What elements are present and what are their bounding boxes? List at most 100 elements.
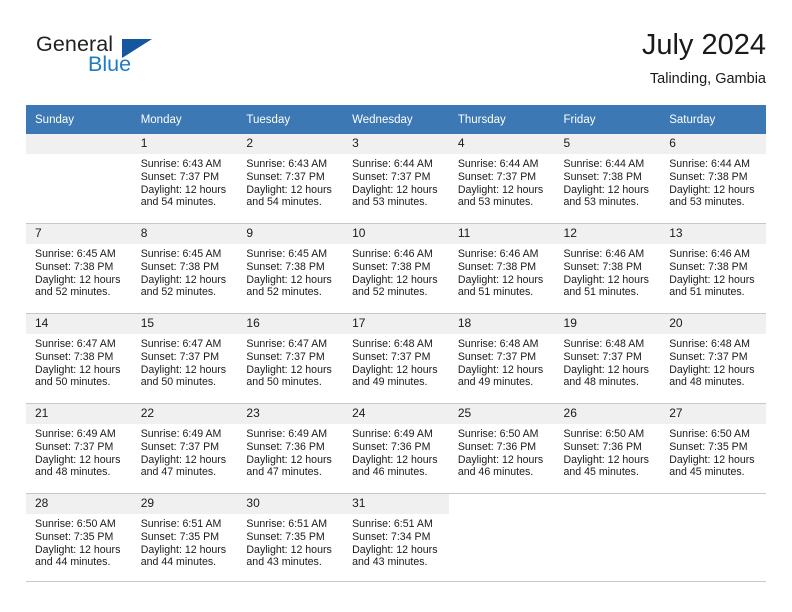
sunrise-text: Sunrise: 6:50 AM [457,428,539,440]
calendar-day-cell[interactable]: 28 Sunrise: 6:50 AM Sunset: 7:35 PM Dayligh… [26,493,132,582]
day-number: 29 [131,494,238,514]
day-number: 23 [237,404,344,424]
calendar-day-cell[interactable]: 30 Sunrise: 6:51 AM Sunset: 7:35 PM Dayligh… [237,493,344,582]
calendar-day-cell[interactable]: 29 Sunrise: 6:51 AM Sunset: 7:35 PM Dayligh… [131,493,238,582]
sunrise-text: Sunrise: 6:46 AM [457,248,539,260]
daylight-text-line2: and 52 minutes. [246,286,322,299]
day-details: Sunrise: 6:46 AM Sunset: 7:38 PM Daylight:… [660,244,766,299]
day-number: 17 [343,314,449,334]
calendar-day-cell[interactable]: 14 Sunrise: 6:47 AM Sunset: 7:38 PM Dayligh… [26,313,132,404]
day-number: 31 [343,494,449,514]
calendar-day-cell[interactable]: 12 Sunrise: 6:46 AM Sunset: 7:38 PM Dayligh… [554,223,661,314]
daylight-text-line2: and 50 minutes. [246,376,322,389]
sunrise-text: Sunrise: 6:48 AM [563,338,645,350]
calendar-day-cell[interactable]: 8 Sunrise: 6:45 AM Sunset: 7:38 PM Daylight… [131,223,238,314]
day-number: 11 [448,224,555,244]
calendar-page: General Blue July 2024 Talinding, Gambia… [0,0,792,612]
day-number: 15 [131,314,238,334]
daylight-text-line1: Daylight: 12 hours [669,453,755,466]
sunset-text: Sunset: 7:37 PM [669,350,748,363]
sunset-text: Sunset: 7:38 PM [563,170,642,183]
daylight-text-line1: Daylight: 12 hours [140,363,227,376]
daylight-text-line2: and 54 minutes. [140,196,217,209]
day-details: Sunrise: 6:45 AM Sunset: 7:38 PM Daylight:… [237,244,343,299]
day-number: 18 [448,314,555,334]
calendar-day-cell[interactable]: 18 Sunrise: 6:48 AM Sunset: 7:37 PM Dayligh… [448,313,555,404]
daylight-text-line2: and 53 minutes. [457,196,534,209]
calendar-day-cell[interactable]: 26 Sunrise: 6:50 AM Sunset: 7:36 PM Dayligh… [554,403,661,494]
day-details: Sunrise: 6:45 AM Sunset: 7:38 PM Daylight:… [132,244,238,299]
day-details: Sunrise: 6:51 AM Sunset: 7:34 PM Daylight:… [343,514,449,569]
daylight-text-line1: Daylight: 12 hours [669,273,755,286]
daylight-text-line2: and 52 minutes. [352,286,428,299]
calendar-day-cell[interactable]: 2 Sunrise: 6:43 AM Sunset: 7:37 PM Daylight… [237,134,344,224]
weekday-header-friday: Friday [554,105,661,134]
day-number: 1 [131,134,238,154]
sunset-text: Sunset: 7:37 PM [352,350,431,363]
calendar-day-cell[interactable]: 31 Sunrise: 6:51 AM Sunset: 7:34 PM Dayligh… [343,493,449,582]
calendar-day-cell[interactable]: 6 Sunrise: 6:44 AM Sunset: 7:38 PM Daylight… [660,134,766,224]
calendar-day-cell[interactable]: 13 Sunrise: 6:46 AM Sunset: 7:38 PM Dayligh… [660,223,766,314]
daylight-text-line2: and 47 minutes. [140,466,217,479]
calendar-day-cell[interactable]: 22 Sunrise: 6:49 AM Sunset: 7:37 PM Dayligh… [131,403,238,494]
calendar-day-cell[interactable]: 7 Sunrise: 6:45 AM Sunset: 7:38 PM Daylight… [26,223,132,314]
calendar-day-cell[interactable]: 1 Sunrise: 6:43 AM Sunset: 7:37 PM Daylight… [131,134,238,224]
calendar-day-cell[interactable]: 20 Sunrise: 6:48 AM Sunset: 7:37 PM Dayligh… [660,313,766,404]
sunrise-text: Sunrise: 6:49 AM [352,428,433,440]
daylight-text-line1: Daylight: 12 hours [352,363,438,376]
sunset-text: Sunset: 7:38 PM [140,260,220,273]
sunset-text: Sunset: 7:34 PM [352,530,431,543]
day-details: Sunrise: 6:48 AM Sunset: 7:37 PM Daylight:… [660,334,766,389]
daylight-text-line2: and 54 minutes. [246,196,322,209]
sunrise-text: Sunrise: 6:50 AM [35,518,116,530]
day-number: 19 [554,314,661,334]
day-details: Sunrise: 6:47 AM Sunset: 7:37 PM Daylight:… [132,334,238,389]
general-blue-logo[interactable]: General Blue [26,32,246,92]
calendar-day-cell[interactable]: 4 Sunrise: 6:44 AM Sunset: 7:37 PM Daylight… [448,134,555,224]
sunrise-text: Sunrise: 6:47 AM [140,338,222,350]
calendar-day-cell[interactable]: 3 Sunrise: 6:44 AM Sunset: 7:37 PM Daylight… [343,134,449,224]
weekday-header-saturday: Saturday [660,105,766,134]
daylight-text-line1: Daylight: 12 hours [352,273,438,286]
day-details: Sunrise: 6:43 AM Sunset: 7:37 PM Daylight:… [237,154,343,209]
daylight-text-line1: Daylight: 12 hours [457,363,544,376]
day-details: Sunrise: 6:46 AM Sunset: 7:38 PM Daylight:… [343,244,449,299]
sunset-text: Sunset: 7:36 PM [457,440,537,453]
sunset-text: Sunset: 7:37 PM [563,350,642,363]
calendar-grid: Sunday Monday Tuesday Wednesday Thursday… [26,105,766,582]
calendar-day-cell[interactable]: 17 Sunrise: 6:48 AM Sunset: 7:37 PM Dayligh… [343,313,449,404]
daylight-text-line1: Daylight: 12 hours [35,363,121,376]
day-details: Sunrise: 6:46 AM Sunset: 7:38 PM Daylight:… [555,244,661,299]
calendar-day-cell-empty [660,493,766,582]
day-details: Sunrise: 6:50 AM Sunset: 7:35 PM Daylight:… [660,424,766,479]
calendar-day-cell[interactable]: 19 Sunrise: 6:48 AM Sunset: 7:37 PM Dayligh… [554,313,661,404]
sunrise-text: Sunrise: 6:44 AM [352,158,433,170]
day-details: Sunrise: 6:49 AM Sunset: 7:36 PM Daylight:… [237,424,343,479]
daylight-text-line2: and 50 minutes. [140,376,217,389]
calendar-day-cell[interactable]: 27 Sunrise: 6:50 AM Sunset: 7:35 PM Dayligh… [660,403,766,494]
daylight-text-line2: and 48 minutes. [669,376,745,389]
calendar-day-cell-empty [26,134,132,224]
daylight-text-line1: Daylight: 12 hours [563,273,649,286]
day-number: 6 [660,134,766,154]
sunset-text: Sunset: 7:38 PM [563,260,642,273]
calendar-day-cell[interactable]: 24 Sunrise: 6:49 AM Sunset: 7:36 PM Dayligh… [343,403,449,494]
sunset-text: Sunset: 7:37 PM [246,170,325,183]
daylight-text-line1: Daylight: 12 hours [246,453,332,466]
day-details: Sunrise: 6:50 AM Sunset: 7:36 PM Daylight:… [555,424,661,479]
calendar-day-cell[interactable]: 15 Sunrise: 6:47 AM Sunset: 7:37 PM Dayligh… [131,313,238,404]
calendar-week-row: 14 Sunrise: 6:47 AM Sunset: 7:38 PM Dayligh… [26,313,766,404]
sunset-text: Sunset: 7:38 PM [669,260,748,273]
calendar-day-cell[interactable]: 9 Sunrise: 6:45 AM Sunset: 7:38 PM Daylight… [237,223,344,314]
calendar-day-cell[interactable]: 21 Sunrise: 6:49 AM Sunset: 7:37 PM Dayligh… [26,403,132,494]
calendar-day-cell[interactable]: 16 Sunrise: 6:47 AM Sunset: 7:37 PM Dayligh… [237,313,344,404]
calendar-day-cell[interactable]: 23 Sunrise: 6:49 AM Sunset: 7:36 PM Dayligh… [237,403,344,494]
sunrise-text: Sunrise: 6:43 AM [140,158,222,170]
day-details: Sunrise: 6:46 AM Sunset: 7:38 PM Daylight:… [449,244,555,299]
day-details: Sunrise: 6:48 AM Sunset: 7:37 PM Daylight:… [449,334,555,389]
weekday-header-tuesday: Tuesday [237,105,344,134]
calendar-day-cell[interactable]: 5 Sunrise: 6:44 AM Sunset: 7:38 PM Daylight… [554,134,661,224]
calendar-day-cell[interactable]: 10 Sunrise: 6:46 AM Sunset: 7:38 PM Dayligh… [343,223,449,314]
calendar-day-cell[interactable]: 25 Sunrise: 6:50 AM Sunset: 7:36 PM Dayligh… [448,403,555,494]
calendar-day-cell[interactable]: 11 Sunrise: 6:46 AM Sunset: 7:38 PM Dayligh… [448,223,555,314]
